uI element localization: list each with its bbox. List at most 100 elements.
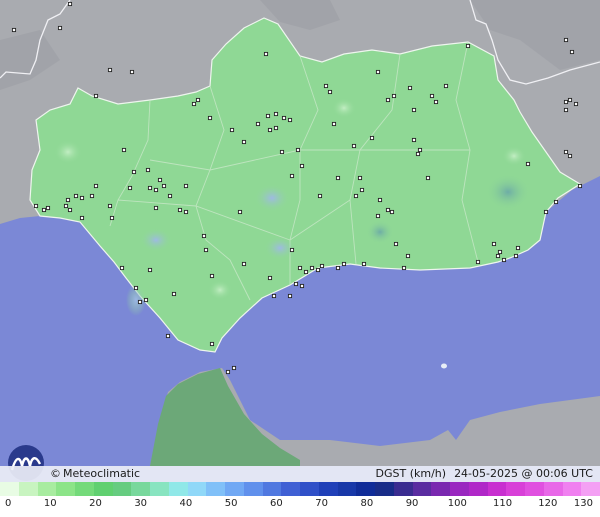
station-marker <box>195 97 201 103</box>
wind-gust-map <box>0 0 600 517</box>
station-marker <box>281 115 287 121</box>
legend-labels: 0 10 20 30 40 50 60 70 80 90 100 110 120 130 <box>0 497 600 515</box>
station-marker <box>183 209 189 215</box>
station-marker <box>319 263 325 269</box>
station-marker <box>231 365 237 371</box>
station-marker <box>543 209 549 215</box>
station-marker <box>153 205 159 211</box>
station-marker <box>569 49 575 55</box>
station-marker <box>89 193 95 199</box>
station-marker <box>161 183 167 189</box>
legend-swatch <box>431 482 450 496</box>
station-marker <box>57 25 63 31</box>
station-marker <box>67 207 73 213</box>
station-marker <box>209 273 215 279</box>
legend-label: 60 <box>270 498 283 509</box>
station-marker <box>563 107 569 113</box>
station-marker <box>207 115 213 121</box>
legend-swatch <box>75 482 94 496</box>
legend-swatch <box>393 482 413 496</box>
station-marker <box>407 85 413 91</box>
legend-label: 90 <box>405 498 419 509</box>
legend-swatch <box>487 482 507 496</box>
station-marker <box>577 183 583 189</box>
station-marker <box>255 121 261 127</box>
station-marker <box>331 121 337 127</box>
station-marker <box>131 169 137 175</box>
station-marker <box>41 207 47 213</box>
station-marker <box>145 167 151 173</box>
station-marker <box>121 147 127 153</box>
station-marker <box>391 93 397 99</box>
station-marker <box>417 147 423 153</box>
legend-color-bar <box>0 482 600 496</box>
station-marker <box>267 127 273 133</box>
station-marker <box>279 149 285 155</box>
station-marker <box>241 139 247 145</box>
station-marker <box>93 93 99 99</box>
station-marker <box>357 175 363 181</box>
station-marker <box>273 111 279 117</box>
station-marker <box>573 101 579 107</box>
station-marker <box>309 265 315 271</box>
station-marker <box>147 185 153 191</box>
station-marker <box>295 147 301 153</box>
legend-label: 0 <box>5 498 12 509</box>
station-marker <box>563 37 569 43</box>
station-marker <box>375 69 381 75</box>
legend-swatch <box>225 482 244 496</box>
station-marker <box>293 281 299 287</box>
station-marker <box>107 67 113 73</box>
color-legend: 0 10 20 30 40 50 60 70 80 90 100 110 120 130 <box>0 482 600 517</box>
legend-swatch <box>206 482 225 496</box>
station-marker <box>265 113 271 119</box>
station-marker <box>11 27 17 33</box>
station-marker <box>203 247 209 253</box>
station-marker <box>377 197 383 203</box>
station-marker <box>443 83 449 89</box>
station-marker <box>273 125 279 131</box>
legend-label: 40 <box>179 498 193 509</box>
station-marker <box>315 267 321 273</box>
station-marker <box>143 297 149 303</box>
station-marker <box>271 293 277 299</box>
legend-label: 10 <box>43 498 57 509</box>
legend-swatch <box>412 482 432 496</box>
station-marker <box>109 215 115 221</box>
station-marker <box>289 247 295 253</box>
station-marker <box>65 197 71 203</box>
station-marker <box>287 293 293 299</box>
station-marker <box>317 193 323 199</box>
legend-swatch <box>318 482 338 496</box>
station-marker <box>63 203 69 209</box>
station-marker <box>153 187 159 193</box>
legend-label: 80 <box>360 498 374 509</box>
station-marker <box>33 203 39 209</box>
station-marker <box>327 89 333 95</box>
legend-swatch <box>0 482 19 496</box>
station-marker <box>335 265 341 271</box>
station-marker <box>497 249 503 255</box>
station-marker <box>515 245 521 251</box>
station-marker <box>177 207 183 213</box>
station-marker <box>129 69 135 75</box>
map-info: DGST (km/h) 24-05-2025 @ 00:06 UTC <box>376 467 593 481</box>
copyright-symbol: © <box>50 467 61 480</box>
brand-name: Meteoclimatic <box>63 467 141 480</box>
station-marker <box>133 285 139 291</box>
station-marker <box>297 265 303 271</box>
station-marker <box>525 161 531 167</box>
station-marker <box>237 209 243 215</box>
station-marker <box>299 163 305 169</box>
legend-swatch <box>262 482 282 496</box>
station-marker <box>299 283 305 289</box>
station-marker <box>385 207 391 213</box>
station-marker <box>495 253 501 259</box>
station-marker <box>127 185 133 191</box>
legend-swatch <box>18 482 38 496</box>
station-marker <box>567 97 573 103</box>
legend-swatch <box>187 482 207 496</box>
station-marker <box>119 265 125 271</box>
station-marker <box>341 261 347 267</box>
legend-label: 110 <box>492 498 513 509</box>
